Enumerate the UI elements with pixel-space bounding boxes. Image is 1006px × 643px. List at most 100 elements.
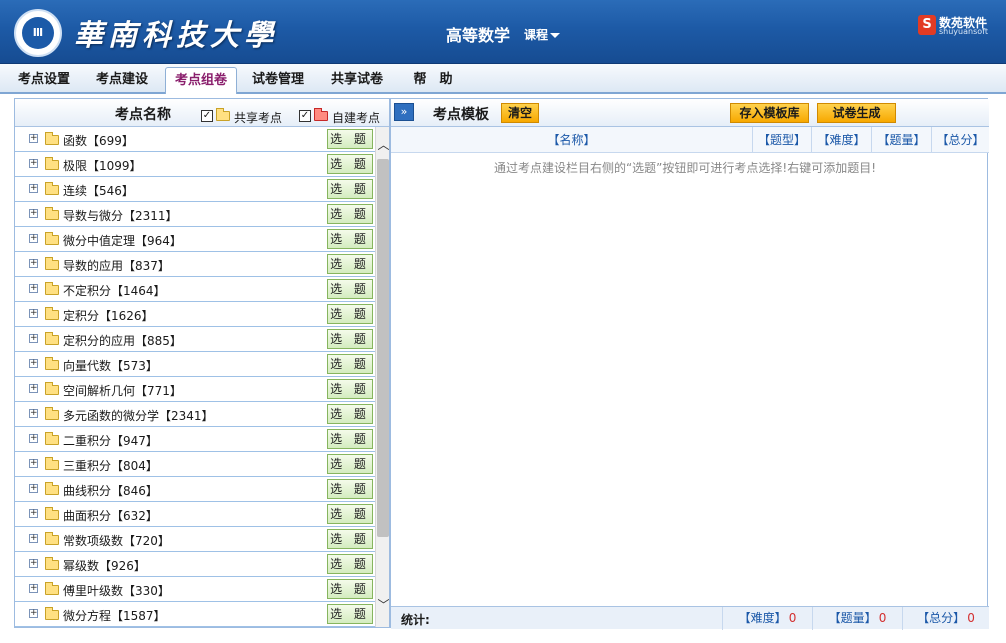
expand-icon[interactable]: + — [29, 259, 38, 268]
expand-icon[interactable]: + — [29, 584, 38, 593]
list-item-label[interactable]: 定积分【1626】 — [63, 307, 154, 324]
scrollbar-thumb[interactable] — [377, 159, 389, 537]
template-panel: » 考点模板 清空 存入模板库 试卷生成 【名称】 【题型】 【难度】 【题量】… — [390, 98, 989, 630]
folder-icon — [45, 282, 59, 295]
list-item-label[interactable]: 常数项级数【720】 — [63, 532, 170, 549]
custom-points-checkbox[interactable]: ✓ — [299, 110, 311, 122]
list-item-label[interactable]: 定积分的应用【885】 — [63, 332, 182, 349]
list-item-label[interactable]: 函数【699】 — [63, 132, 134, 149]
select-questions-button[interactable]: 选 题 — [327, 229, 373, 249]
select-questions-button[interactable]: 选 题 — [327, 554, 373, 574]
select-questions-button[interactable]: 选 题 — [327, 404, 373, 424]
expand-icon[interactable]: + — [29, 509, 38, 518]
list-item-label[interactable]: 傅里叶级数【330】 — [63, 582, 170, 599]
list-item-label[interactable]: 微分方程【1587】 — [63, 607, 166, 624]
school-name: 華南科技大學 — [74, 18, 279, 52]
select-questions-button[interactable]: 选 题 — [327, 204, 373, 224]
list-item-label[interactable]: 导数与微分【2311】 — [63, 207, 178, 224]
list-item-label[interactable]: 向量代数【573】 — [63, 357, 158, 374]
tab-paper-management[interactable]: 试卷管理 — [246, 70, 310, 92]
select-questions-button[interactable]: 选 题 — [327, 354, 373, 374]
tab-exam-point-build[interactable]: 考点建设 — [90, 70, 154, 92]
select-questions-button[interactable]: 选 题 — [327, 429, 373, 449]
expand-icon[interactable]: + — [29, 209, 38, 218]
select-questions-button[interactable]: 选 题 — [327, 279, 373, 299]
select-questions-button[interactable]: 选 题 — [327, 454, 373, 474]
list-item-label[interactable]: 曲面积分【632】 — [63, 507, 158, 524]
generate-paper-button[interactable]: 试卷生成 — [817, 103, 896, 123]
select-questions-button[interactable]: 选 题 — [327, 579, 373, 599]
expand-icon[interactable]: + — [29, 284, 38, 293]
folder-icon — [45, 132, 59, 145]
folder-icon — [216, 108, 230, 121]
select-questions-button[interactable]: 选 题 — [327, 379, 373, 399]
expand-icon[interactable]: + — [29, 409, 38, 418]
list-item-label[interactable]: 多元函数的微分学【2341】 — [63, 407, 214, 424]
folder-icon — [45, 507, 59, 520]
course-menu[interactable]: 课程 — [524, 26, 561, 43]
expand-icon[interactable]: + — [29, 384, 38, 393]
exam-point-scrollbar[interactable]: ︿ ﹀ — [375, 127, 389, 627]
expand-icon[interactable]: + — [29, 359, 38, 368]
list-item-label[interactable]: 不定积分【1464】 — [63, 282, 166, 299]
expand-icon[interactable]: + — [29, 234, 38, 243]
list-item: + 不定积分【1464】 选 题 — [15, 277, 375, 302]
list-item-label[interactable]: 幂级数【926】 — [63, 557, 146, 574]
expand-icon[interactable]: + — [29, 459, 38, 468]
expand-icon[interactable]: + — [29, 609, 38, 618]
select-questions-button[interactable]: 选 题 — [327, 304, 373, 324]
select-questions-button[interactable]: 选 题 — [327, 329, 373, 349]
list-item: + 定积分【1626】 选 题 — [15, 302, 375, 327]
select-questions-button[interactable]: 选 题 — [327, 129, 373, 149]
exam-point-panel: 考点名称 ✓ 共享考点 ✓ 自建考点 + 函数【699】选 题 + 极限【1099】… — [14, 98, 390, 628]
tab-help[interactable]: 帮 助 — [405, 70, 461, 92]
select-questions-button[interactable]: 选 题 — [327, 504, 373, 524]
list-item-label[interactable]: 曲线积分【846】 — [63, 482, 158, 499]
list-item-label[interactable]: 连续【546】 — [63, 182, 134, 199]
brand-sub: shuyuansoft — [939, 27, 988, 36]
clear-button[interactable]: 清空 — [501, 103, 539, 123]
stat-score-label: 【总分】 — [917, 611, 966, 625]
folder-icon — [45, 457, 59, 470]
expand-icon[interactable]: + — [29, 184, 38, 193]
tab-shared-papers[interactable]: 共享试卷 — [325, 70, 389, 92]
list-item: + 多元函数的微分学【2341】 选 题 — [15, 402, 375, 427]
shared-points-checkbox[interactable]: ✓ — [201, 110, 213, 122]
save-template-button[interactable]: 存入模板库 — [730, 103, 809, 123]
select-questions-button[interactable]: 选 题 — [327, 529, 373, 549]
expand-icon[interactable]: + — [29, 534, 38, 543]
select-questions-button[interactable]: 选 题 — [327, 254, 373, 274]
folder-icon — [45, 207, 59, 220]
template-panel-header: » 考点模板 清空 存入模板库 试卷生成 — [391, 99, 989, 127]
expand-icon[interactable]: + — [29, 134, 38, 143]
tab-exam-point-compose[interactable]: 考点组卷 — [165, 67, 237, 94]
expand-icon[interactable]: + — [29, 334, 38, 343]
list-item-label[interactable]: 二重积分【947】 — [63, 432, 158, 449]
expand-icon[interactable]: + — [29, 309, 38, 318]
expand-icon[interactable]: + — [29, 559, 38, 568]
chevron-down-icon[interactable]: ﹀ — [376, 597, 389, 613]
list-item: + 常数项级数【720】 选 题 — [15, 527, 375, 552]
list-item-label[interactable]: 微分中值定理【964】 — [63, 232, 182, 249]
expand-icon[interactable]: + — [29, 159, 38, 168]
select-questions-button[interactable]: 选 题 — [327, 604, 373, 624]
stats-label: 统计: — [401, 613, 430, 627]
stat-difficulty-label: 【难度】 — [738, 611, 787, 625]
chevron-up-icon[interactable]: ︿ — [376, 137, 389, 153]
list-item-label[interactable]: 三重积分【804】 — [63, 457, 158, 474]
double-chevron-right-icon[interactable]: » — [394, 103, 414, 121]
stat-difficulty: 【难度】 0 — [722, 607, 812, 630]
col-name: 【名称】 — [547, 133, 596, 147]
select-questions-button[interactable]: 选 题 — [327, 479, 373, 499]
select-questions-button[interactable]: 选 题 — [327, 179, 373, 199]
list-item-label[interactable]: 导数的应用【837】 — [63, 257, 170, 274]
exam-point-panel-title: 考点名称 — [115, 107, 171, 123]
expand-icon[interactable]: + — [29, 434, 38, 443]
list-item-label[interactable]: 空间解析几何【771】 — [63, 382, 182, 399]
select-questions-button[interactable]: 选 题 — [327, 154, 373, 174]
list-item: + 幂级数【926】 选 题 — [15, 552, 375, 577]
expand-icon[interactable]: + — [29, 484, 38, 493]
list-item-label[interactable]: 极限【1099】 — [63, 157, 142, 174]
list-item: + 定积分的应用【885】 选 题 — [15, 327, 375, 352]
tab-exam-point-settings[interactable]: 考点设置 — [12, 70, 76, 92]
